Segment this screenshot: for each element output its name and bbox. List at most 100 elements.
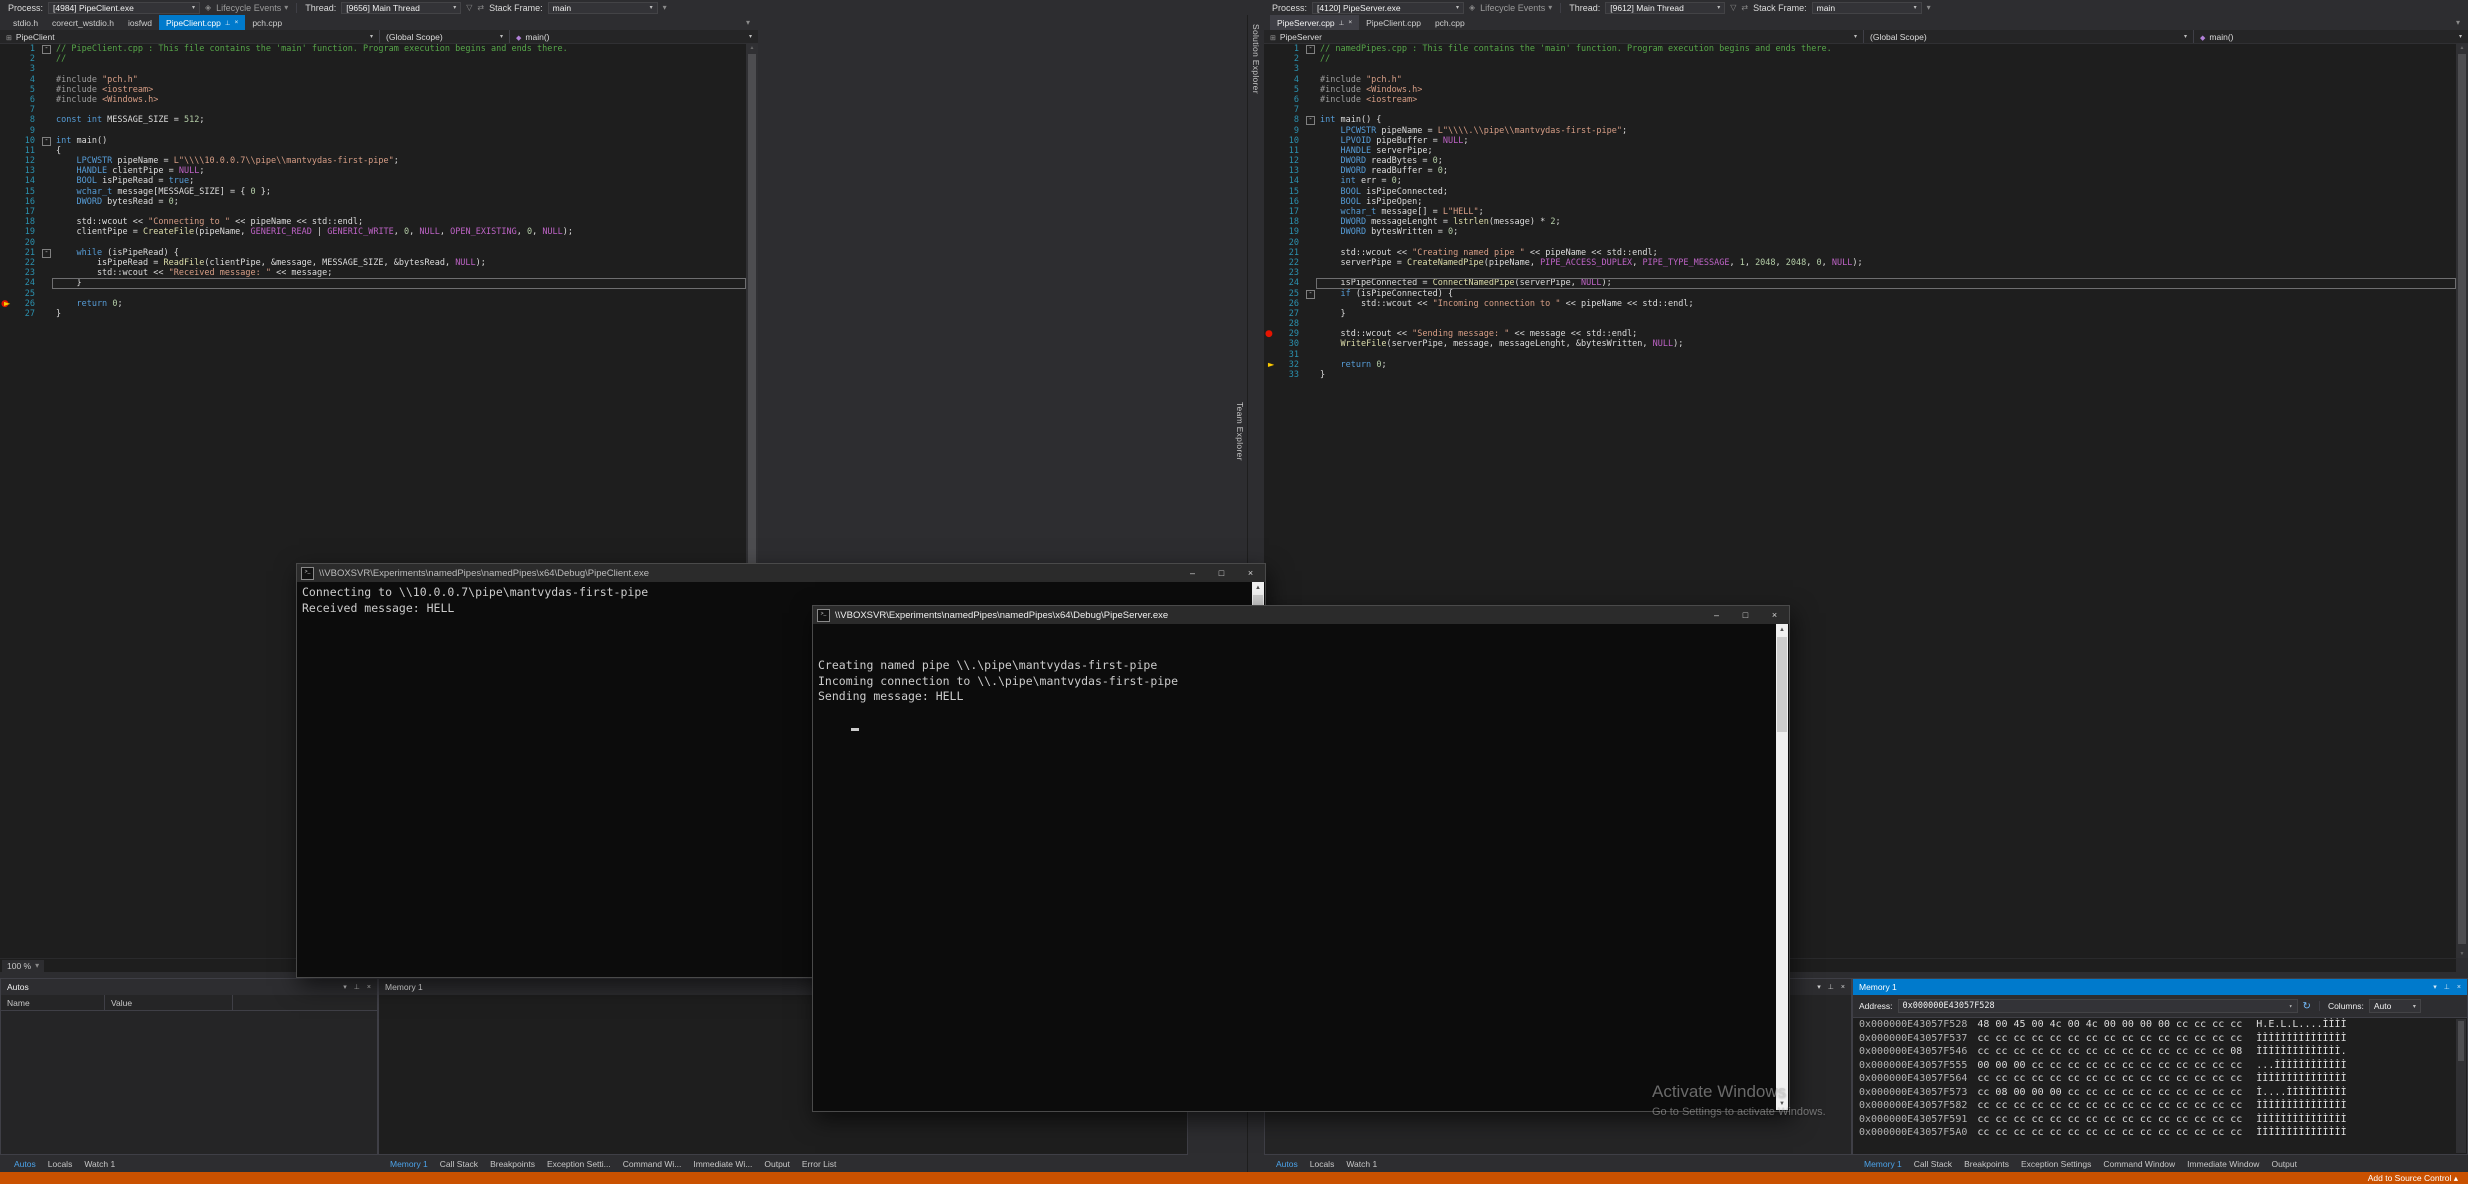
refresh-icon[interactable]: ↻ xyxy=(2303,1001,2311,1012)
fold-margin[interactable] xyxy=(40,278,52,288)
breakpoint-margin[interactable] xyxy=(0,238,14,248)
breakpoint-margin[interactable] xyxy=(1264,217,1278,227)
breakpoint-margin[interactable] xyxy=(1264,187,1278,197)
pin-icon[interactable]: ⊥ xyxy=(2444,983,2450,991)
fold-margin[interactable] xyxy=(1304,248,1316,258)
tab-overflow-chevron-icon[interactable]: ▾ xyxy=(2456,18,2460,27)
filter-threads-icon[interactable]: ▽ xyxy=(1730,3,1736,12)
breakpoint-margin[interactable] xyxy=(0,64,14,74)
autos-column-name[interactable]: Name xyxy=(1,995,105,1010)
fold-margin[interactable] xyxy=(40,187,52,197)
code-text[interactable]: #include "pch.h" xyxy=(52,75,746,85)
memory-row[interactable]: 0x000000E43057F591cc cc cc cc cc cc cc c… xyxy=(1853,1113,2467,1127)
code-text[interactable]: int err = 0; xyxy=(1316,176,2456,186)
fold-margin[interactable] xyxy=(1304,105,1316,115)
memory-row[interactable]: 0x000000E43057F573cc 08 00 00 00 cc cc c… xyxy=(1853,1086,2467,1100)
code-text[interactable]: #include <iostream> xyxy=(52,85,746,95)
fold-margin[interactable] xyxy=(1304,227,1316,237)
code-text[interactable]: std::wcout << "Sending message: " << mes… xyxy=(1316,329,2456,339)
code-text[interactable]: } xyxy=(52,278,746,288)
fold-margin[interactable] xyxy=(1304,339,1316,349)
breakpoint-margin[interactable] xyxy=(1264,238,1278,248)
code-text[interactable]: std::wcout << "Received message: " << me… xyxy=(52,268,746,278)
sidebar-tab-team-explorer[interactable]: Team Explorer xyxy=(1235,402,1245,461)
breakpoint-icon[interactable]: ● xyxy=(1265,329,1273,339)
fold-margin[interactable]: - xyxy=(40,136,52,146)
breakpoint-margin[interactable] xyxy=(0,187,14,197)
scrollbar-up-icon[interactable]: ▲ xyxy=(1252,582,1264,594)
breakpoint-margin[interactable] xyxy=(1264,176,1278,186)
code-text[interactable]: int main() xyxy=(52,136,746,146)
breakpoint-margin[interactable] xyxy=(0,156,14,166)
tool-tab[interactable]: Locals xyxy=(42,1158,79,1170)
fold-margin[interactable] xyxy=(1304,197,1316,207)
tool-tab[interactable]: Command Wi... xyxy=(617,1158,688,1170)
code-text[interactable]: serverPipe = CreateNamedPipe(pipeName, P… xyxy=(1316,258,2456,268)
console-titlebar[interactable]: >_ \\VBOXSVR\Experiments\namedPipes\name… xyxy=(813,606,1789,624)
code-text[interactable] xyxy=(52,105,746,115)
fold-collapse-icon[interactable]: - xyxy=(42,137,51,146)
fold-margin[interactable] xyxy=(40,105,52,115)
memory-row[interactable]: 0x000000E43057F546cc cc cc cc cc cc cc c… xyxy=(1853,1045,2467,1059)
fold-margin[interactable] xyxy=(1304,176,1316,186)
fold-margin[interactable] xyxy=(1304,299,1316,309)
breakpoint-margin[interactable] xyxy=(0,176,14,186)
code-text[interactable] xyxy=(52,64,746,74)
breakpoint-margin[interactable] xyxy=(1264,54,1278,64)
fold-margin[interactable] xyxy=(40,75,52,85)
breakpoint-margin[interactable] xyxy=(1264,64,1278,74)
console-window-pipeserver[interactable]: >_ \\VBOXSVR\Experiments\namedPipes\name… xyxy=(812,605,1790,1112)
code-text[interactable]: return 0; xyxy=(52,299,746,309)
fold-margin[interactable] xyxy=(40,258,52,268)
code-text[interactable]: LPCWSTR pipeName = L"\\\\10.0.0.7\\pipe\… xyxy=(52,156,746,166)
code-text[interactable] xyxy=(1316,268,2456,278)
tool-tab[interactable]: Immediate Window xyxy=(2181,1158,2265,1170)
fold-margin[interactable] xyxy=(1304,64,1316,74)
code-text[interactable]: DWORD messageLenght = lstrlen(message) *… xyxy=(1316,217,2456,227)
breakpoint-margin[interactable] xyxy=(0,278,14,288)
document-tab[interactable]: PipeClient.cpp xyxy=(1359,15,1428,30)
fold-margin[interactable] xyxy=(1304,136,1316,146)
swap-threads-icon[interactable]: ⇄ xyxy=(477,3,484,12)
fold-margin[interactable] xyxy=(40,217,52,227)
breakpoint-margin[interactable] xyxy=(0,105,14,115)
code-text[interactable]: DWORD readBytes = 0; xyxy=(1316,156,2456,166)
process-combo[interactable]: [4984] PipeClient.exe ▾ xyxy=(48,2,200,14)
tool-tab[interactable]: Autos xyxy=(1270,1158,1304,1170)
minimize-icon[interactable]: – xyxy=(1702,606,1731,624)
code-text[interactable]: clientPipe = CreateFile(pipeName, GENERI… xyxy=(52,227,746,237)
code-text[interactable]: wchar_t message[MESSAGE_SIZE] = { 0 }; xyxy=(52,187,746,197)
fold-margin[interactable] xyxy=(40,268,52,278)
code-text[interactable]: int main() { xyxy=(1316,115,2456,125)
breakpoint-margin[interactable] xyxy=(0,248,14,258)
fold-collapse-icon[interactable]: - xyxy=(42,45,51,54)
code-text[interactable]: #include <Windows.h> xyxy=(1316,85,2456,95)
code-text[interactable]: BOOL isPipeRead = true; xyxy=(52,176,746,186)
breakpoint-margin[interactable] xyxy=(0,197,14,207)
fold-margin[interactable] xyxy=(40,54,52,64)
tool-tab[interactable]: Call Stack xyxy=(1908,1158,1958,1170)
breakpoint-margin[interactable]: ● xyxy=(1264,329,1278,339)
fold-margin[interactable] xyxy=(1304,370,1316,380)
fold-margin[interactable] xyxy=(40,64,52,74)
breakpoint-margin[interactable] xyxy=(1264,197,1278,207)
tool-tab[interactable]: Command Window xyxy=(2097,1158,2181,1170)
console-titlebar[interactable]: >_ \\VBOXSVR\Experiments\namedPipes\name… xyxy=(297,564,1265,582)
fold-margin[interactable]: - xyxy=(1304,44,1316,54)
lifecycle-events-button[interactable]: Lifecycle Events ▾ xyxy=(1480,3,1552,13)
fold-margin[interactable] xyxy=(1304,85,1316,95)
scrollbar-thumb[interactable] xyxy=(2458,54,2466,944)
source-control-hint[interactable]: Add to Source Control ▴ xyxy=(2368,1173,2458,1184)
code-text[interactable]: isPipeConnected = ConnectNamedPipe(serve… xyxy=(1316,278,2456,288)
breakpoint-margin[interactable] xyxy=(1264,75,1278,85)
pin-icon[interactable]: ⊥ xyxy=(225,19,231,27)
columns-combo[interactable]: Auto ▾ xyxy=(2369,999,2421,1013)
breakpoint-margin[interactable] xyxy=(1264,136,1278,146)
breakpoint-margin[interactable] xyxy=(0,44,14,54)
code-text[interactable]: DWORD bytesWritten = 0; xyxy=(1316,227,2456,237)
tool-tab[interactable]: Locals xyxy=(1304,1158,1341,1170)
fold-margin[interactable] xyxy=(40,126,52,136)
fold-margin[interactable] xyxy=(1304,217,1316,227)
fold-margin[interactable]: - xyxy=(40,248,52,258)
breakpoint-margin[interactable] xyxy=(1264,268,1278,278)
